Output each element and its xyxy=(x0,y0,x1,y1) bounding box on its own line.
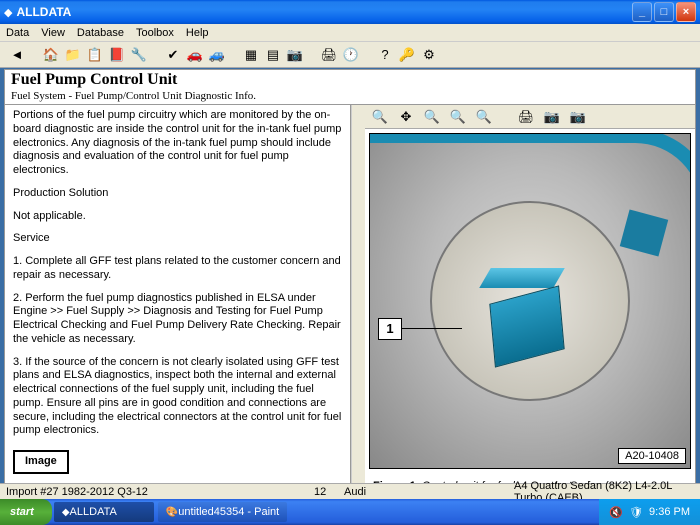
photo2-icon[interactable]: 📷 xyxy=(569,108,587,126)
page-subtitle: Fuel System - Fuel Pump/Control Unit Dia… xyxy=(5,90,695,104)
taskbar: start ◆ ALLDATA 🎨 untitled45354 - Paint … xyxy=(0,499,700,525)
photo-icon[interactable]: 📷 xyxy=(543,108,561,126)
para: Service xyxy=(13,232,342,246)
window-title: ALLDATA xyxy=(12,5,632,19)
system-tray[interactable]: 🔇 🛡 9:36 PM xyxy=(599,499,700,525)
menu-toolbox[interactable]: Toolbox xyxy=(136,27,174,39)
figure-image[interactable]: 1 A20-10408 xyxy=(369,133,691,469)
sheet-icon[interactable]: 📋 xyxy=(86,46,104,64)
close-button[interactable]: × xyxy=(676,2,696,22)
book-icon[interactable]: 📕 xyxy=(108,46,126,64)
menu-database[interactable]: Database xyxy=(77,27,124,39)
zoom-fit-icon[interactable]: 🔍 xyxy=(449,108,467,126)
menu-help[interactable]: Help xyxy=(186,27,209,39)
scrollbar[interactable] xyxy=(351,105,365,504)
image-button[interactable]: Image xyxy=(13,450,69,474)
callout-line xyxy=(402,328,462,329)
task-alldata[interactable]: ◆ ALLDATA xyxy=(54,502,154,522)
status-import: Import #27 1982-2012 Q3-12 xyxy=(6,486,314,498)
zoom-reset-icon[interactable]: 🔍 xyxy=(475,108,493,126)
clock: 9:36 PM xyxy=(649,506,690,518)
start-button[interactable]: start xyxy=(0,499,52,525)
task-paint[interactable]: 🎨 untitled45354 - Paint xyxy=(158,502,287,522)
part-number: A20-10408 xyxy=(618,448,686,464)
menu-bar: Data View Database Toolbox Help xyxy=(0,24,700,42)
wrench-icon[interactable]: 🔧 xyxy=(130,46,148,64)
status-page: 12 xyxy=(314,486,344,498)
key-icon[interactable]: 🔑 xyxy=(398,46,416,64)
para: 2. Perform the fuel pump diagnostics pub… xyxy=(13,292,342,347)
image-toolbar: 🔍 ✥ 🔍 🔍 🔍 🖨 📷 📷 xyxy=(365,105,695,129)
app-icon: ◆ xyxy=(4,6,12,19)
para: Production Solution xyxy=(13,187,342,201)
tray-icon[interactable]: 🛡 xyxy=(629,506,643,519)
car-icon[interactable]: 🚙 xyxy=(208,46,226,64)
print-image-icon[interactable]: 🖨 xyxy=(517,108,535,126)
clock-icon[interactable]: 🕐 xyxy=(342,46,360,64)
print-icon[interactable]: 🖨 xyxy=(320,46,338,64)
para: 3. If the source of the concern is not c… xyxy=(13,356,342,439)
tray-icon[interactable]: 🔇 xyxy=(609,506,623,519)
status-make: Audi xyxy=(344,486,366,498)
para: Not applicable. xyxy=(13,210,342,224)
status-bar: Import #27 1982-2012 Q3-12 12Audi A4 Qua… xyxy=(0,483,700,499)
back-button[interactable]: ◄ xyxy=(8,46,26,64)
gear-icon[interactable]: ⚙ xyxy=(420,46,438,64)
control-unit-top xyxy=(479,268,565,288)
callout-1: 1 xyxy=(378,318,402,340)
check-icon[interactable]: ✔ xyxy=(164,46,182,64)
help-icon[interactable]: ? xyxy=(376,46,394,64)
page-title: Fuel Pump Control Unit xyxy=(5,70,695,90)
page-heading: Fuel Pump Control Unit Fuel System - Fue… xyxy=(4,69,696,105)
camera-icon[interactable]: 📷 xyxy=(286,46,304,64)
menu-data[interactable]: Data xyxy=(6,27,29,39)
newcar-icon[interactable]: 🚗 xyxy=(186,46,204,64)
para: 1. Complete all GFF test plans related t… xyxy=(13,255,342,283)
toolbar: ◄ 🏠 📁 📋 📕 🔧 ✔ 🚗 🚙 ▦ ▤ 📷 🖨 🕐 ? 🔑 ⚙ xyxy=(0,42,700,68)
minimize-button[interactable]: _ xyxy=(632,2,652,22)
para: Portions of the fuel pump circuitry whic… xyxy=(13,109,342,178)
zoom-in-icon[interactable]: 🔍 xyxy=(371,108,389,126)
article-pane[interactable]: Portions of the fuel pump circuitry whic… xyxy=(5,105,351,504)
layout-icon[interactable]: ▦ xyxy=(242,46,260,64)
list-icon[interactable]: ▤ xyxy=(264,46,282,64)
menu-view[interactable]: View xyxy=(41,27,65,39)
folder-icon[interactable]: 📁 xyxy=(64,46,82,64)
zoom-out-icon[interactable]: 🔍 xyxy=(423,108,441,126)
maximize-button[interactable]: □ xyxy=(654,2,674,22)
pan-icon[interactable]: ✥ xyxy=(397,108,415,126)
home-icon[interactable]: 🏠 xyxy=(42,46,60,64)
